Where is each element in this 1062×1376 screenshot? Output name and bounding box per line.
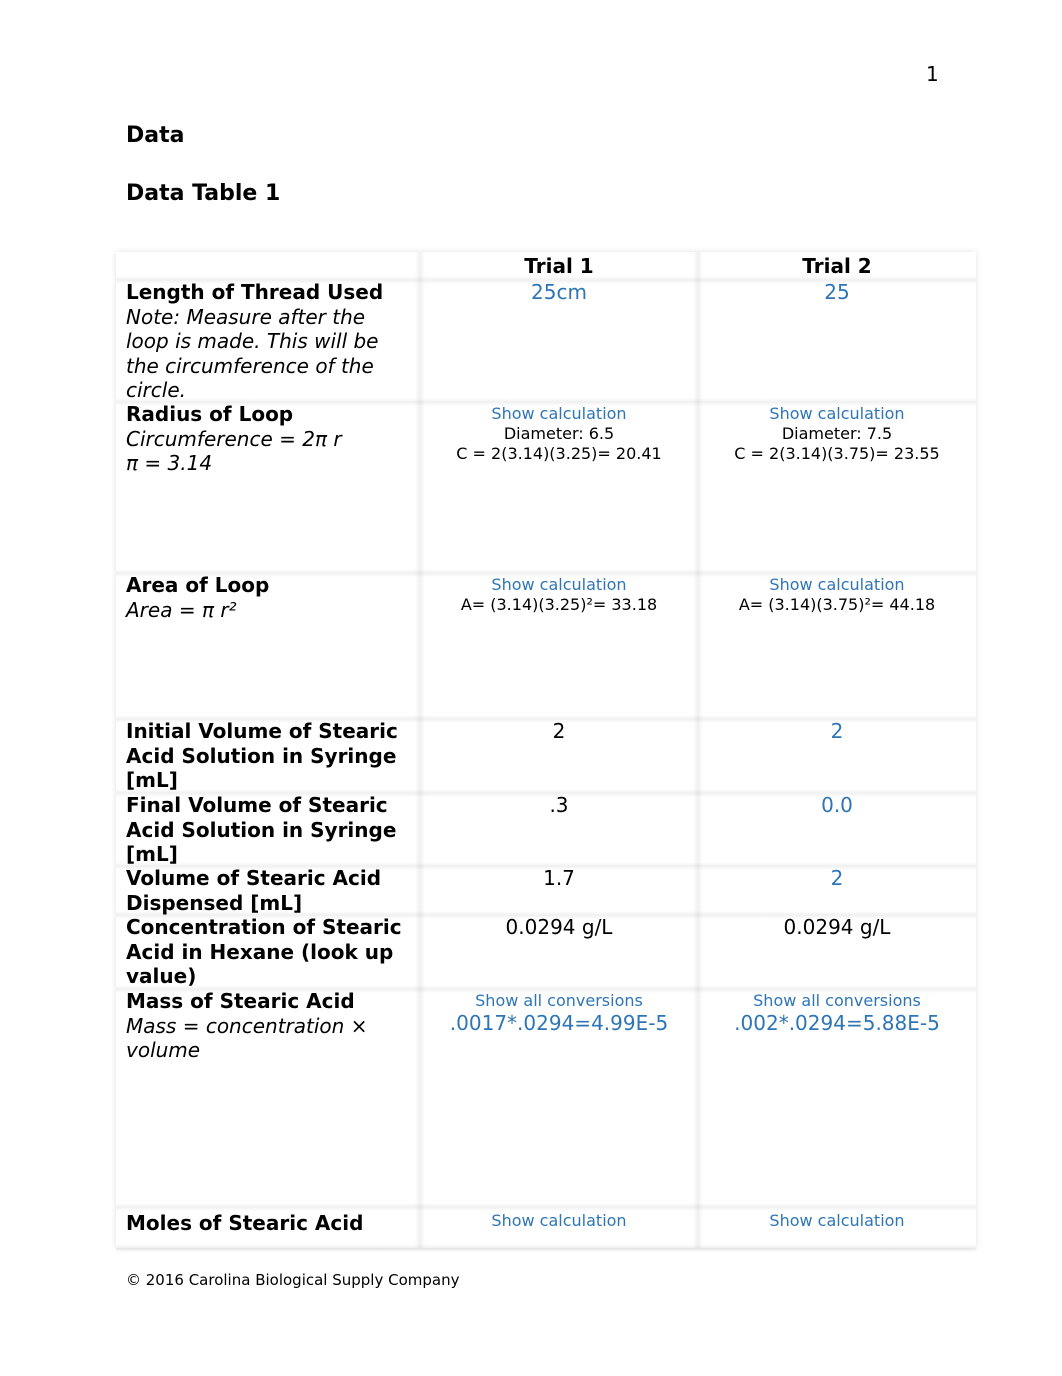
row-note: Mass = concentration × volume	[126, 1013, 368, 1063]
trial-2-cell[interactable]: 0.0294 g/L	[693, 915, 976, 989]
copyright-footer: © 2016 Carolina Biological Supply Compan…	[126, 1271, 460, 1289]
row-label: Mass of Stearic Acid	[126, 989, 355, 1013]
row-label-cell: Final Volume of Stearic Acid Solution in…	[116, 793, 420, 866]
trial-1-value[interactable]: 1.7	[420, 866, 698, 891]
trial-2-cell[interactable]: Show calculation Diameter: 7.5 C = 2(3.1…	[693, 402, 976, 573]
trial-1-value[interactable]: 25cm	[420, 280, 698, 305]
trial-1-value[interactable]: 2	[420, 719, 698, 744]
page-number: 1	[926, 62, 939, 86]
row-note: Area = π r²	[126, 597, 237, 622]
table-row: Initial Volume of Stearic Acid Solution …	[116, 719, 976, 797]
section-heading: Data	[126, 123, 185, 148]
trial-2-cell[interactable]: 2	[693, 719, 976, 793]
trial-1-cell[interactable]: Show calculation Diameter: 6.5 C = 2(3.1…	[415, 402, 698, 573]
table-row: Radius of Loop Circumference = 2π r π = …	[116, 402, 976, 577]
trial-1-mass[interactable]: .0017*.0294=4.99E-5	[420, 1011, 698, 1036]
trial-2-cell[interactable]: 25	[693, 280, 976, 402]
row-label-cell: Concentration of Stearic Acid in Hexane …	[116, 915, 420, 989]
trial-1-circumference[interactable]: C = 2(3.14)(3.25)= 20.41	[420, 444, 698, 464]
header-cell-empty	[116, 252, 420, 280]
row-note: Circumference = 2π r	[126, 426, 342, 451]
row-label-cell: Mass of Stearic Acid Mass = concentratio…	[116, 989, 420, 1207]
show-calculation-link[interactable]: Show calculation	[420, 404, 698, 424]
table-row: Length of Thread Used Note: Measure afte…	[116, 280, 976, 406]
row-label-cell: Initial Volume of Stearic Acid Solution …	[116, 719, 420, 793]
trial-2-value[interactable]: 2	[698, 866, 976, 891]
table-row: Area of Loop Area = π r² Show calculatio…	[116, 573, 976, 723]
row-label-cell: Area of Loop Area = π r²	[116, 573, 420, 719]
show-calculation-link[interactable]: Show calculation	[698, 575, 976, 595]
row-label: Moles of Stearic Acid	[126, 1211, 364, 1235]
trial-2-value[interactable]: 0.0	[698, 793, 976, 818]
trial-1-cell[interactable]: 2	[415, 719, 698, 793]
row-label-cell: Radius of Loop Circumference = 2π r π = …	[116, 402, 420, 573]
row-label: Area of Loop	[126, 573, 270, 597]
table-title: Data Table 1	[126, 181, 281, 206]
trial-2-cell[interactable]: Show all conversions .002*.0294=5.88E-5	[693, 989, 976, 1207]
table-row: Moles of Stearic Acid Show calculation S…	[116, 1207, 976, 1252]
trial-1-cell[interactable]: Show calculation A= (3.14)(3.25)²= 33.18	[415, 573, 698, 719]
row-note-2: π = 3.14	[126, 451, 213, 475]
trial-2-area[interactable]: A= (3.14)(3.75)²= 44.18	[698, 595, 976, 615]
show-calculation-link[interactable]: Show calculation	[698, 1211, 976, 1231]
row-label: Final Volume of Stearic Acid Solution in…	[126, 793, 397, 866]
trial-2-cell[interactable]: 0.0	[693, 793, 976, 866]
row-label: Length of Thread Used	[126, 280, 384, 304]
trial-2-cell[interactable]: Show calculation	[693, 1207, 976, 1248]
header-trial-1: Trial 1	[415, 252, 698, 280]
show-calculation-link[interactable]: Show calculation	[420, 1211, 698, 1231]
table-row: Volume of Stearic Acid Dispensed [mL] 1.…	[116, 866, 976, 919]
trial-1-cell[interactable]: Show all conversions .0017*.0294=4.99E-5	[415, 989, 698, 1207]
show-calculation-link[interactable]: Show calculation	[698, 404, 976, 424]
trial-1-cell[interactable]: .3	[415, 793, 698, 866]
trial-1-diameter[interactable]: Diameter: 6.5	[420, 424, 698, 444]
row-label-cell: Length of Thread Used Note: Measure afte…	[116, 280, 420, 402]
show-all-conversions-link[interactable]: Show all conversions	[420, 991, 698, 1011]
trial-1-value[interactable]: .3	[420, 793, 698, 818]
trial-2-cell[interactable]: Show calculation A= (3.14)(3.75)²= 44.18	[693, 573, 976, 719]
data-table: Trial 1 Trial 2 Length of Thread Used No…	[116, 252, 976, 1252]
trial-2-mass[interactable]: .002*.0294=5.88E-5	[698, 1011, 976, 1036]
trial-2-circumference[interactable]: C = 2(3.14)(3.75)= 23.55	[698, 444, 976, 464]
table-row: Concentration of Stearic Acid in Hexane …	[116, 915, 976, 993]
trial-1-cell[interactable]: 25cm	[415, 280, 698, 402]
trial-1-cell[interactable]: 0.0294 g/L	[415, 915, 698, 989]
row-label: Volume of Stearic Acid Dispensed [mL]	[126, 866, 382, 915]
trial-2-diameter[interactable]: Diameter: 7.5	[698, 424, 976, 444]
row-label-cell: Volume of Stearic Acid Dispensed [mL]	[116, 866, 420, 915]
trial-1-area[interactable]: A= (3.14)(3.25)²= 33.18	[420, 595, 698, 615]
show-all-conversions-link[interactable]: Show all conversions	[698, 991, 976, 1011]
trial-2-cell[interactable]: 2	[693, 866, 976, 915]
row-label: Radius of Loop	[126, 402, 294, 426]
header-trial-2: Trial 2	[693, 252, 976, 280]
trial-1-cell[interactable]: Show calculation	[415, 1207, 698, 1248]
trial-2-value[interactable]: 2	[698, 719, 976, 744]
table-row: Mass of Stearic Acid Mass = concentratio…	[116, 989, 976, 1211]
row-note: Note: Measure after the loop is made. Th…	[126, 304, 379, 403]
show-calculation-link[interactable]: Show calculation	[420, 575, 698, 595]
trial-2-value[interactable]: 0.0294 g/L	[698, 915, 976, 940]
row-label-cell: Moles of Stearic Acid	[116, 1207, 420, 1248]
trial-1-cell[interactable]: 1.7	[415, 866, 698, 915]
trial-2-value[interactable]: 25	[698, 280, 976, 305]
table-row: Final Volume of Stearic Acid Solution in…	[116, 793, 976, 870]
row-label: Initial Volume of Stearic Acid Solution …	[126, 719, 398, 792]
row-label: Concentration of Stearic Acid in Hexane …	[126, 915, 402, 988]
trial-1-value[interactable]: 0.0294 g/L	[420, 915, 698, 940]
table-header-row: Trial 1 Trial 2	[116, 252, 976, 284]
